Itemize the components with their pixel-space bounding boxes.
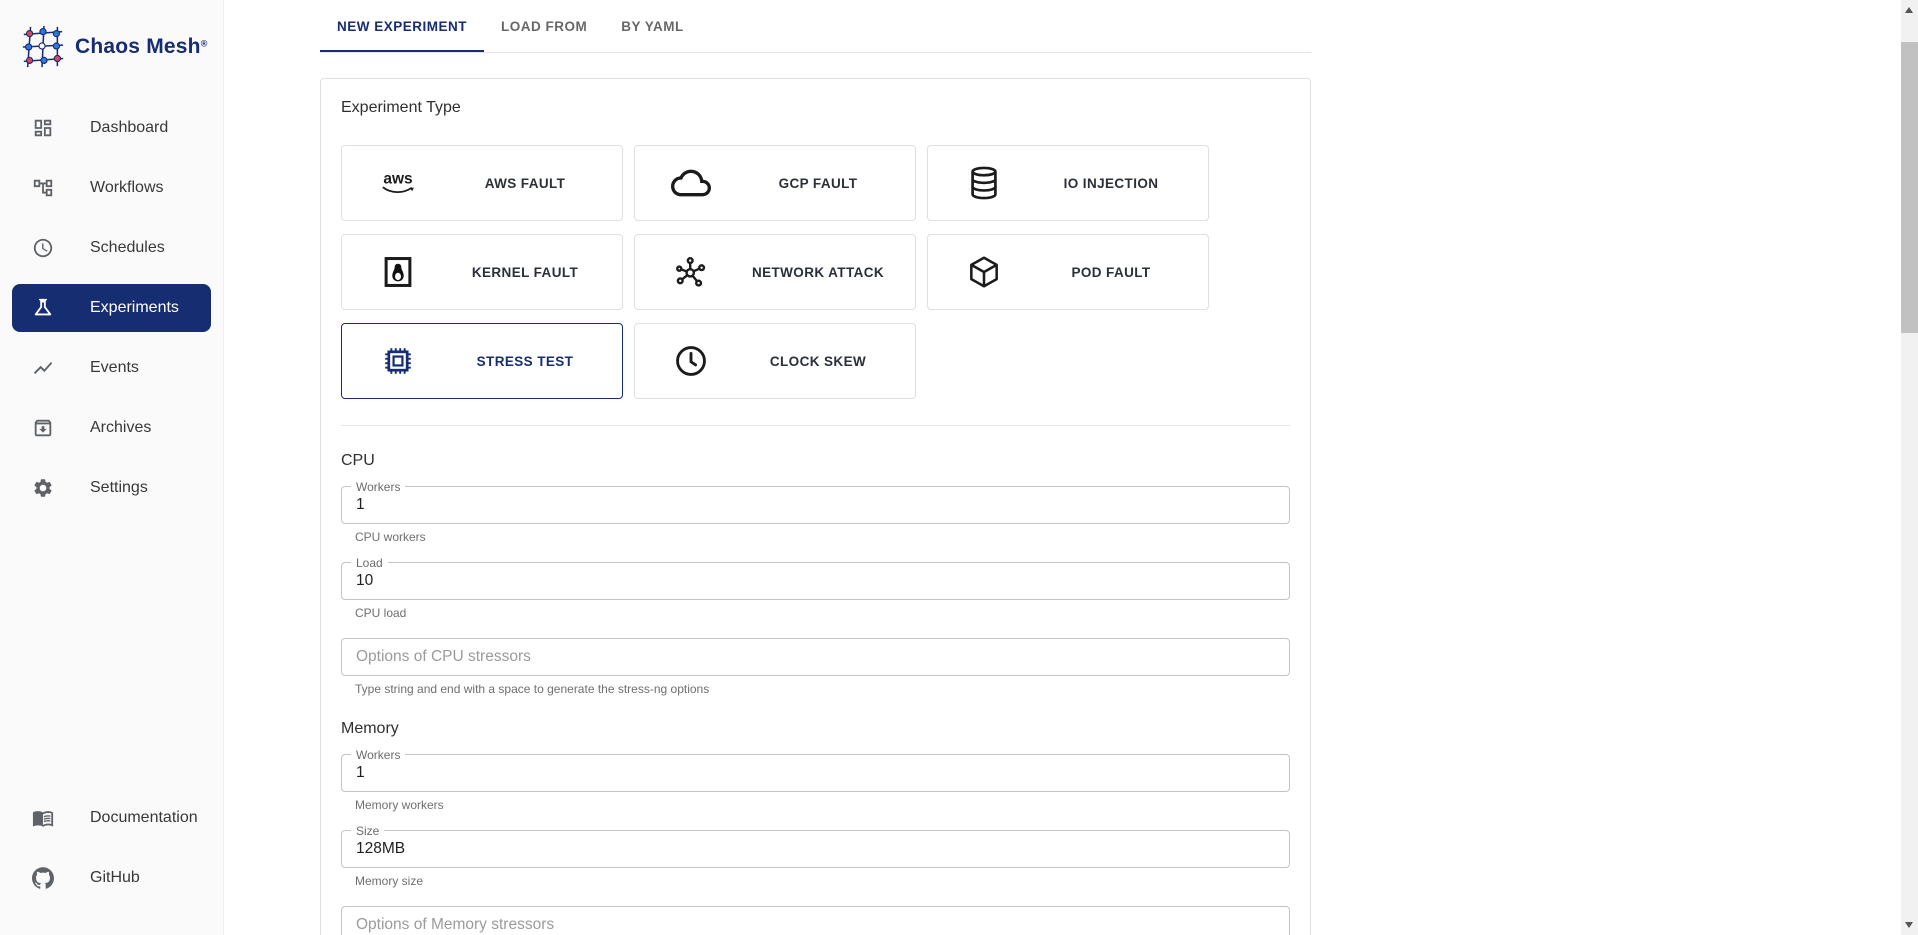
memory-options-field [341,906,1290,935]
memory-workers-label: Workers [351,748,405,762]
linux-penguin-icon [376,250,420,294]
cpu-chip-icon [376,339,420,383]
open-book-icon [32,807,54,829]
type-card-label: IO INJECTION [1006,176,1208,191]
cpu-workers-field: Workers [341,486,1290,524]
sidebar-nav: Dashboard Workflows Schedules Experiment… [0,104,223,524]
cloud-icon [669,161,713,205]
type-card-stress-test[interactable]: STRESS TEST [341,323,623,399]
cube-icon [962,250,1006,294]
clock-skew-icon [669,339,713,383]
tab-new-experiment[interactable]: NEW EXPERIMENT [320,0,484,52]
sidebar-item-label: Experiments [90,299,179,317]
scrollbar-thumb[interactable] [1901,42,1918,333]
memory-size-field: Size [341,830,1290,868]
sidebar: Chaos Mesh® Dashboard Workflows Schedule… [0,0,224,935]
archive-box-icon [32,417,54,439]
brand-name: Chaos Mesh® [75,35,207,59]
type-card-label: AWS FAULT [420,176,622,191]
type-card-label: KERNEL FAULT [420,265,622,280]
sidebar-item-label: Events [90,359,139,377]
sidebar-item-experiments[interactable]: Experiments [12,284,211,332]
type-card-label: CLOCK SKEW [713,354,915,369]
registered-mark: ® [201,39,208,49]
sidebar-item-label: Dashboard [90,119,168,137]
sidebar-item-workflows[interactable]: Workflows [12,164,211,212]
scrollbar-up-arrow-icon[interactable] [1905,7,1913,13]
sidebar-item-archives[interactable]: Archives [12,404,211,452]
experiment-tabs: NEW EXPERIMENT LOAD FROM BY YAML [320,0,1311,53]
type-card-io-injection[interactable]: IO INJECTION [927,145,1209,221]
type-card-label: GCP FAULT [713,176,915,191]
database-icon [962,161,1006,205]
cpu-workers-helper: CPU workers [355,530,1290,544]
memory-workers-field: Workers [341,754,1290,792]
memory-options-input[interactable] [342,907,1289,935]
tab-load-from[interactable]: LOAD FROM [484,0,604,52]
type-card-gcp-fault[interactable]: GCP FAULT [634,145,916,221]
cpu-options-field [341,638,1290,676]
sidebar-item-events[interactable]: Events [12,344,211,392]
cpu-load-field: Load [341,562,1290,600]
sidebar-item-github[interactable]: GitHub [12,854,211,902]
sidebar-item-label: Documentation [90,809,198,827]
memory-size-label: Size [351,824,384,838]
memory-workers-helper: Memory workers [355,798,1290,812]
tab-by-yaml[interactable]: BY YAML [604,0,701,52]
new-experiment-panel: Experiment Type aws AWS FAULT GCP FAULT [320,78,1311,935]
github-icon [32,867,54,889]
sidebar-item-settings[interactable]: Settings [12,464,211,512]
cpu-options-helper: Type string and end with a space to gene… [355,682,1290,696]
memory-size-input[interactable] [342,831,1289,867]
sidebar-item-schedules[interactable]: Schedules [12,224,211,272]
workflows-tree-icon [32,177,54,199]
type-card-network-attack[interactable]: NETWORK ATTACK [634,234,916,310]
cpu-heading: CPU [341,452,1290,470]
cpu-workers-input[interactable] [342,487,1289,523]
type-card-label: NETWORK ATTACK [713,265,915,280]
memory-workers-input[interactable] [342,755,1289,791]
tab-label: NEW EXPERIMENT [337,19,467,34]
type-card-clock-skew[interactable]: CLOCK SKEW [634,323,916,399]
experiment-type-heading: Experiment Type [341,99,1290,117]
sidebar-item-label: Archives [90,419,151,437]
cpu-load-helper: CPU load [355,606,1290,620]
sidebar-item-label: Settings [90,479,148,497]
active-tab-indicator [320,50,484,52]
type-card-label: POD FAULT [1006,265,1208,280]
tab-label: LOAD FROM [501,19,587,34]
line-chart-icon [32,357,54,379]
experiment-type-grid: aws AWS FAULT GCP FAULT [341,145,1290,399]
cpu-load-label: Load [351,556,388,570]
clock-icon [32,237,54,259]
main-content: NEW EXPERIMENT LOAD FROM BY YAML Experim… [224,0,1901,935]
sidebar-item-documentation[interactable]: Documentation [12,794,211,842]
type-card-label: STRESS TEST [420,354,622,369]
sidebar-item-label: Schedules [90,239,165,257]
network-nodes-icon [669,250,713,294]
gear-icon [32,477,54,499]
memory-heading: Memory [341,720,1290,738]
type-card-pod-fault[interactable]: POD FAULT [927,234,1209,310]
mesh-network-icon [20,24,66,70]
sidebar-item-label: Workflows [90,179,164,197]
cpu-load-input[interactable] [342,563,1289,599]
section-divider [341,425,1290,426]
sidebar-item-label: GitHub [90,869,140,887]
type-card-kernel-fault[interactable]: KERNEL FAULT [341,234,623,310]
flask-icon [32,297,54,319]
aws-logo-icon: aws [376,161,420,205]
svg-text:aws: aws [383,170,412,187]
tab-label: BY YAML [621,19,684,34]
scrollbar-down-arrow-icon[interactable] [1905,922,1913,928]
dashboard-icon [32,117,54,139]
brand-logo[interactable]: Chaos Mesh® [0,0,223,70]
cpu-options-input[interactable] [342,639,1289,675]
sidebar-item-dashboard[interactable]: Dashboard [12,104,211,152]
cpu-workers-label: Workers [351,480,405,494]
memory-size-helper: Memory size [355,874,1290,888]
sidebar-footer: Documentation GitHub [0,794,223,914]
vertical-scrollbar[interactable] [1901,0,1918,935]
type-card-aws-fault[interactable]: aws AWS FAULT [341,145,623,221]
